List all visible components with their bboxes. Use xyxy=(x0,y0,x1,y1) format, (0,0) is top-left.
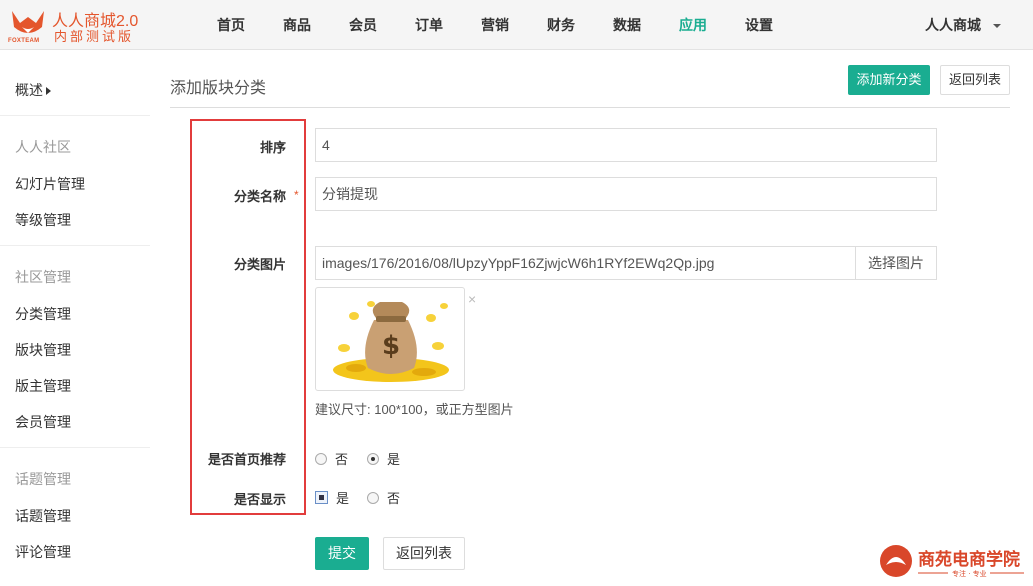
nav-goods[interactable]: 商品 xyxy=(264,0,330,50)
radio-icon xyxy=(315,452,327,465)
nav-data[interactable]: 数据 xyxy=(594,0,660,50)
sidebar-item-members[interactable]: 会员管理 xyxy=(15,412,71,432)
sidebar-item-overview[interactable]: 概述 xyxy=(15,80,51,100)
sidebar-divider xyxy=(0,447,150,448)
option-label: 否 xyxy=(387,491,401,506)
sidebar-item-label: 概述 xyxy=(15,82,43,98)
sidebar-item-boards[interactable]: 版块管理 xyxy=(15,340,71,360)
sort-input[interactable]: 4 xyxy=(315,128,937,162)
header-divider xyxy=(170,107,1010,108)
svg-text:商苑电商学院: 商苑电商学院 xyxy=(918,549,1020,570)
main-nav: 首页 商品 会员 订单 营销 财务 数据 应用 设置 xyxy=(198,0,792,50)
caret-right-icon xyxy=(46,87,51,96)
top-navbar: FOXTEAM 人人商城2.0 内部测试版 首页 商品 会员 订单 营销 财务 … xyxy=(0,0,1033,50)
submit-button[interactable]: 提交 xyxy=(315,537,369,570)
display-option-yes[interactable]: 是 xyxy=(315,488,349,507)
logo-text: FOXTEAM xyxy=(8,38,40,44)
sidebar-section-topics: 话题管理 xyxy=(15,471,71,487)
sidebar-section-community-admin: 社区管理 xyxy=(15,269,71,285)
display-option-no[interactable]: 否 xyxy=(367,488,400,507)
nav-orders[interactable]: 订单 xyxy=(396,0,462,50)
sidebar-item-levels[interactable]: 等级管理 xyxy=(15,210,71,230)
image-path-input[interactable]: images/176/2016/08/lUpzyYppF16ZjwjcW6h1R… xyxy=(315,246,856,280)
nav-finance[interactable]: 财务 xyxy=(528,0,594,50)
sidebar-section-community: 人人社区 xyxy=(15,139,71,155)
sidebar-item-categories[interactable]: 分类管理 xyxy=(15,304,71,324)
nav-settings[interactable]: 设置 xyxy=(726,0,792,50)
recommend-option-yes[interactable]: 是 xyxy=(367,449,400,468)
user-name: 人人商城 xyxy=(925,17,981,33)
app-subtitle: 内部测试版 xyxy=(54,29,135,44)
svg-text:$: $ xyxy=(382,331,400,361)
brand-logo[interactable]: FOXTEAM 人人商城2.0 内部测试版 xyxy=(8,5,148,45)
highlight-annotation-box xyxy=(190,119,306,515)
money-bag-image: $ xyxy=(333,301,449,382)
watermark-logo: 商苑电商学院 专注 · 专业 xyxy=(878,543,1028,583)
sidebar-divider xyxy=(0,245,150,246)
back-to-list-button-top[interactable]: 返回列表 xyxy=(940,65,1010,95)
user-menu[interactable]: 人人商城 xyxy=(925,0,1001,50)
radio-icon xyxy=(367,491,379,504)
nav-apps[interactable]: 应用 xyxy=(660,0,726,50)
sidebar-item-moderators[interactable]: 版主管理 xyxy=(15,376,71,396)
category-name-input[interactable]: 分销提现 xyxy=(315,177,937,211)
add-category-button[interactable]: 添加新分类 xyxy=(848,65,930,95)
remove-image-icon[interactable]: × xyxy=(468,291,476,307)
back-to-list-button[interactable]: 返回列表 xyxy=(383,537,465,570)
sidebar-item-slides[interactable]: 幻灯片管理 xyxy=(15,174,85,194)
academy-seal-icon: 商苑电商学院 专注 · 专业 xyxy=(880,545,1024,578)
option-label: 是 xyxy=(387,452,401,467)
sidebar-item-topics[interactable]: 话题管理 xyxy=(15,506,71,526)
recommend-option-no[interactable]: 否 xyxy=(315,449,348,468)
nav-members[interactable]: 会员 xyxy=(330,0,396,50)
sidebar: 概述 人人社区 幻灯片管理 等级管理 社区管理 分类管理 版块管理 版主管理 会… xyxy=(0,51,150,586)
nav-home[interactable]: 首页 xyxy=(198,0,264,50)
sidebar-divider xyxy=(0,115,150,116)
radio-checked-icon xyxy=(367,452,379,465)
sidebar-item-comments[interactable]: 评论管理 xyxy=(15,542,71,562)
option-label: 否 xyxy=(335,452,349,467)
option-label: 是 xyxy=(336,491,350,506)
nav-marketing[interactable]: 营销 xyxy=(462,0,528,50)
radio-checked-icon xyxy=(315,491,328,504)
caret-down-icon xyxy=(993,24,1001,29)
choose-image-button[interactable]: 选择图片 xyxy=(855,246,937,280)
image-size-hint: 建议尺寸: 100*100，或正方型图片 xyxy=(315,402,514,417)
page-title: 添加版块分类 xyxy=(170,80,267,97)
category-image-preview: $ xyxy=(315,287,465,391)
svg-text:专注 · 专业: 专注 · 专业 xyxy=(952,569,987,578)
